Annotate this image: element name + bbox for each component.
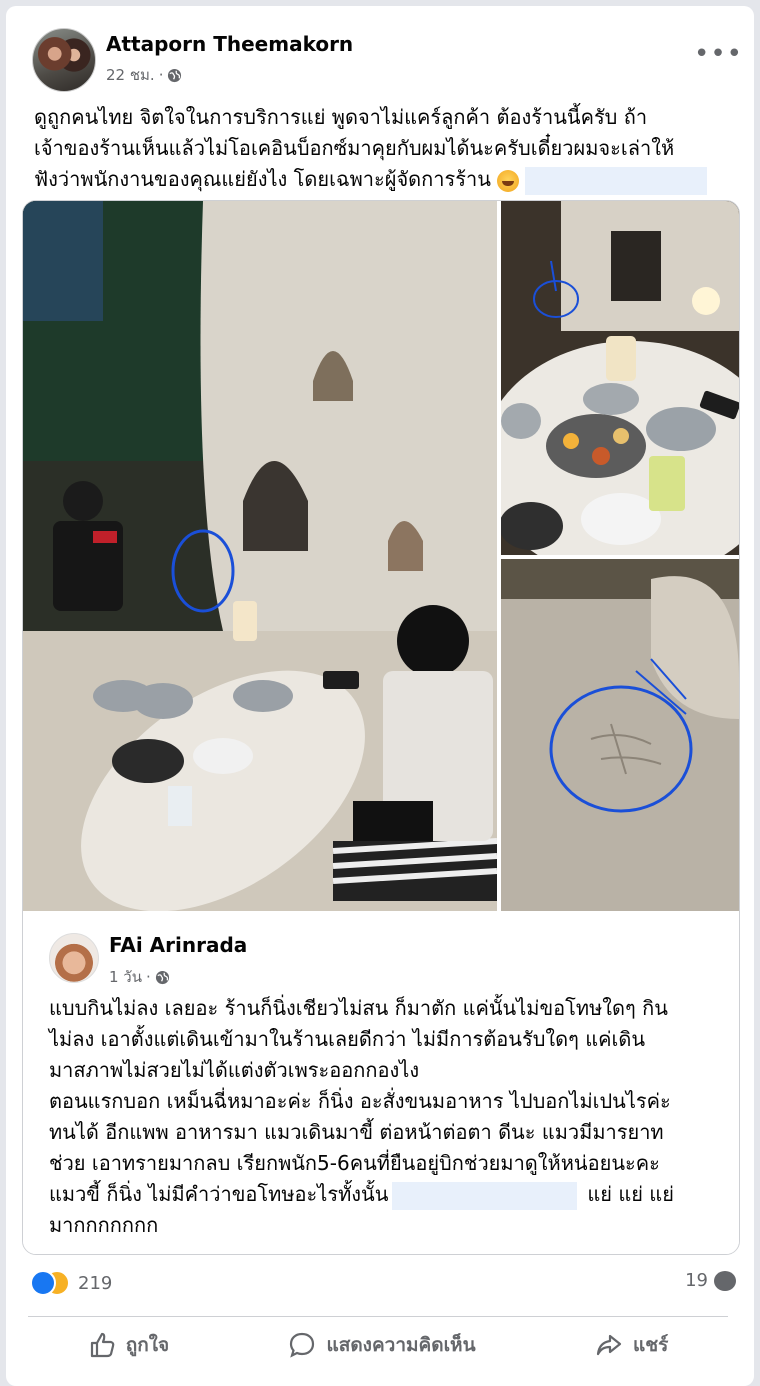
comment-line: มาสภาพไม่สวยไม่ได้แต่งตัวเพระออกกองไง xyxy=(49,1058,420,1082)
reaction-count: 219 xyxy=(78,1272,113,1294)
comment-count: 19 xyxy=(685,1270,708,1291)
like-label: ถูกใจ xyxy=(125,1334,170,1356)
comment-line: แบบกินไม่ลง เลยอะ ร้านก็นิ่งเชียวไม่สน ก… xyxy=(49,996,668,1020)
comment-line: ช่วย เอาทรายมากลบ เรียกพนัก5-6คนที่ยืนอย… xyxy=(49,1151,660,1175)
comment-line: ตอนแรกบอก เหม็นฉี่หมาอะค่ะ ก็นิ่ง อะสั่ง… xyxy=(49,1089,671,1113)
shared-comment: FAi Arinrada 1 วัน · แบบกินไม่ลง เลยอะ ร… xyxy=(23,911,739,1254)
action-bar: ถูกใจ แสดงความคิดเห็น แชร์ xyxy=(28,1325,728,1365)
post-meta: 22 ชม. · xyxy=(106,63,182,87)
comment-label: แสดงความคิดเห็น xyxy=(326,1334,476,1356)
comment-button[interactable]: แสดงความคิดเห็น xyxy=(288,1325,476,1365)
redacted-text xyxy=(392,1181,578,1210)
post-text: ดูถูกคนไทย จิตใจในการบริการแย่ พูดจาไม่แ… xyxy=(34,102,734,195)
photo-illustration xyxy=(23,201,497,911)
comment-line: แมวขี้ ก็นิ่ง ไม่มีคำว่าขอโทษอะไรทั้งนั้… xyxy=(49,1179,719,1210)
comment-icon xyxy=(290,1332,315,1358)
like-reaction-icon xyxy=(30,1270,56,1296)
comment-time[interactable]: 1 วัน xyxy=(109,965,142,989)
comment-line: ไม่ลง เอาตั้งแต่เดินเข้ามาในร้านเลยดีกว่… xyxy=(49,1027,646,1051)
more-options-icon[interactable]: ••• xyxy=(694,41,743,67)
shared-content[interactable]: FAi Arinrada 1 วัน · แบบกินไม่ลง เลยอะ ร… xyxy=(22,200,740,1255)
comment-line: มากกกกกกก xyxy=(49,1213,159,1237)
photo-table-closeup[interactable] xyxy=(501,201,739,555)
redacted-text xyxy=(524,166,707,195)
divider xyxy=(28,1316,728,1317)
post-line: ฟังว่าพนักงานของคุณแย่ยังไง โดยเฉพาะผู้จ… xyxy=(34,164,734,195)
comment-text: แบบกินไม่ลง เลยอะ ร้านก็นิ่งเชียวไม่สน ก… xyxy=(49,993,719,1241)
share-icon xyxy=(596,1334,622,1356)
comment-line: ทนได้ อีกแพพ อาหารมา แมวเดินมาขี้ ต่อหน้… xyxy=(49,1120,664,1144)
grinning-emoji-icon xyxy=(496,169,519,192)
comment-bubble-icon xyxy=(714,1270,736,1291)
reaction-summary[interactable]: 219 xyxy=(30,1270,112,1296)
comment-count-link[interactable]: 19 xyxy=(685,1270,736,1291)
photo-table-scene[interactable] xyxy=(23,201,497,911)
post-line: เจ้าของร้านเห็นแล้วไม่โอเคอินบ็อกซ์มาคุย… xyxy=(34,136,675,160)
like-button[interactable]: ถูกใจ xyxy=(88,1325,169,1365)
photo-sand-closeup[interactable] xyxy=(501,559,739,911)
commenter-name[interactable]: FAi Arinrada xyxy=(109,933,247,957)
comment-meta: 1 วัน · xyxy=(109,965,170,989)
post-line: ดูถูกคนไทย จิตใจในการบริการแย่ พูดจาไม่แ… xyxy=(34,105,648,129)
globe-icon xyxy=(168,68,182,82)
share-label: แชร์ xyxy=(632,1334,669,1356)
post-time[interactable]: 22 ชม. xyxy=(106,63,155,87)
globe-icon xyxy=(155,970,169,984)
author-avatar[interactable] xyxy=(32,28,96,92)
thumbs-up-icon xyxy=(90,1332,115,1358)
photo-illustration xyxy=(501,559,739,911)
author-name[interactable]: Attaporn Theemakorn xyxy=(106,32,353,56)
photo-illustration xyxy=(501,201,739,555)
share-button[interactable]: แชร์ xyxy=(595,1325,668,1365)
commenter-avatar[interactable] xyxy=(49,933,99,983)
